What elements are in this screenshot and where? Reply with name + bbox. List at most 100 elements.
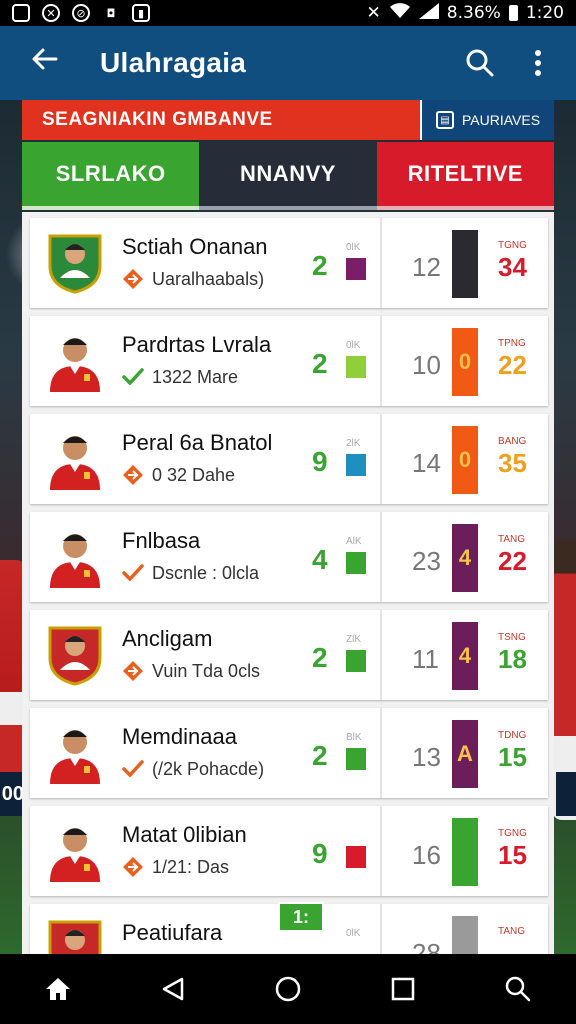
stat-bar-text: 0 <box>458 349 472 374</box>
avatar <box>46 624 104 686</box>
player-row[interactable]: Peral 6a Bnatol 0 32 Dahe 9 2lK 14 0 BAN… <box>30 414 548 504</box>
player-stats: 10 0 TPNG 22 <box>382 316 548 406</box>
left-tiny-label: 0lK <box>346 928 361 939</box>
stat-bar: 0 <box>452 328 478 396</box>
tab-3[interactable]: RITELTIVE <box>376 142 554 210</box>
stat-number: 23 <box>412 546 441 576</box>
recents-square-icon[interactable] <box>373 959 433 1019</box>
diamond-badge-icon <box>122 268 144 290</box>
stat-number: 11 <box>412 644 439 674</box>
section-right-label-text: PAURIAVES <box>462 112 541 128</box>
no-entry-icon: ⊘ <box>72 4 90 22</box>
player-stats: 23 4 TANG 22 <box>382 512 548 602</box>
left-score: 9 <box>312 446 328 477</box>
stat-number: 28 <box>412 938 441 954</box>
back-triangle-icon[interactable] <box>143 959 203 1019</box>
player-row[interactable]: Peatiufara 0lK 28 TANG 1: <box>30 902 548 954</box>
stat-bar-text: A <box>457 741 473 766</box>
search-icon[interactable] <box>460 43 500 83</box>
player-info: Peral 6a Bnatol 0 32 Dahe 9 2lK <box>30 414 382 504</box>
app-bar: Ulahragaia <box>0 26 576 100</box>
tab-2[interactable]: NNANVY <box>199 142 377 210</box>
player-name: Memdinaaa <box>122 724 237 749</box>
right-score: 18 <box>498 644 527 674</box>
left-tiny-label: BlK <box>346 732 362 743</box>
left-score: 2 <box>312 348 328 379</box>
player-stats: 14 0 BANG 35 <box>382 414 548 504</box>
section-title: SEAGNIAKIN GMBANVE <box>22 100 420 140</box>
player-subtitle-text: (/2k Pohacde) <box>152 758 265 779</box>
diamond-badge-icon <box>122 856 144 878</box>
stat-bar <box>452 916 478 954</box>
player-row[interactable]: Pardrtas Lvrala 1322 Mare 2 0lK 10 0 TPN… <box>30 316 548 406</box>
arrow-left-icon[interactable] <box>30 44 70 82</box>
player-name: Pardrtas Lvrala <box>122 332 272 357</box>
tab-bar: SLRLAKO NNANVY RITELTIVE <box>22 142 554 210</box>
player-subtitle-text: Uaralhaabals) <box>152 268 265 289</box>
stat-bar: 4 <box>452 622 478 690</box>
background-ad-board-left: 00 <box>0 772 24 816</box>
player-stats: 12 TGNG 34 <box>382 218 548 308</box>
stat-bar <box>452 818 478 886</box>
stat-bar-text: 0 <box>458 447 472 472</box>
player-subtitle: (/2k Pohacde) <box>122 758 264 780</box>
player-subtitle-text: 1322 Mare <box>152 366 239 387</box>
player-subtitle-text: 0 32 Dahe <box>152 464 236 485</box>
color-indicator <box>346 356 366 378</box>
section-right-label[interactable]: ▤ PAURIAVES <box>420 100 554 140</box>
stat-number: 12 <box>412 252 441 282</box>
player-info: Pardrtas Lvrala 1322 Mare 2 0lK <box>30 316 382 406</box>
left-score: 2 <box>312 740 328 771</box>
player-name: Peral 6a Bnatol <box>122 430 273 455</box>
color-indicator <box>346 258 366 280</box>
player-info: Matat 0libian 1/21: Das 9 <box>30 806 382 896</box>
background-ad-board-right <box>556 772 576 816</box>
mute-icon: ✕ <box>366 3 381 23</box>
status-bar: ✕ ⊘ ◘ ▮ ✕ 8.36% 1:20 <box>0 0 576 26</box>
stat-number: 13 <box>412 742 441 772</box>
stat-bar: A <box>452 720 478 788</box>
player-row[interactable]: Memdinaaa (/2k Pohacde) 2 BlK 13 A TDNG … <box>30 708 548 798</box>
stat-number: 14 <box>412 448 441 478</box>
navigation-bar <box>0 954 576 1024</box>
player-name: Matat 0libian <box>122 822 247 847</box>
color-indicator <box>346 454 366 476</box>
stat-bar: 4 <box>452 524 478 592</box>
home-circle-icon[interactable] <box>258 959 318 1019</box>
stat-number: 16 <box>412 840 441 870</box>
left-score: 2 <box>312 250 328 281</box>
stat-bar-text: 4 <box>458 545 472 570</box>
battery-icon <box>508 5 518 21</box>
avatar <box>46 918 104 954</box>
right-score: 15 <box>498 840 527 870</box>
player-stats: 28 TANG <box>382 904 548 954</box>
clock: 1:20 <box>525 3 564 23</box>
player-subtitle-text: Vuin Tda 0cls <box>152 660 261 681</box>
sim-icon: ▮ <box>132 4 150 22</box>
avatar <box>46 428 104 490</box>
right-tiny-label: TGNG <box>498 240 527 251</box>
battery-level: 8.36% <box>446 3 501 23</box>
stat-bar-text: 4 <box>458 643 472 668</box>
player-stats: 16 TGNG 15 <box>382 806 548 896</box>
tab-1[interactable]: SLRLAKO <box>22 142 200 210</box>
player-subtitle: 1/21: Das <box>122 856 229 878</box>
player-info: Memdinaaa (/2k Pohacde) 2 BlK <box>30 708 382 798</box>
player-row[interactable]: Sctiah Onanan Uaralhaabals) 2 0lK 12 TGN… <box>30 218 548 308</box>
left-score: 9 <box>312 838 328 869</box>
check-icon <box>122 562 144 584</box>
player-row[interactable]: Fnlbasa Dscnle : 0lcla 4 AlK 23 4 TANG 2… <box>30 512 548 602</box>
player-row[interactable]: Matat 0libian 1/21: Das 9 16 TGNG 15 <box>30 806 548 896</box>
more-vertical-icon[interactable] <box>518 43 558 83</box>
color-indicator <box>346 552 366 574</box>
x-circle-icon: ✕ <box>42 4 60 22</box>
home-icon[interactable] <box>28 959 88 1019</box>
right-score: 34 <box>498 252 527 282</box>
camera-icon: ◘ <box>106 6 116 20</box>
search-icon[interactable] <box>488 959 548 1019</box>
right-tiny-label: TGNG <box>498 828 527 839</box>
player-subtitle: Uaralhaabals) <box>122 268 264 290</box>
right-tiny-label: TANG <box>498 926 526 937</box>
player-row[interactable]: Ancligam Vuin Tda 0cls 2 ZlK 11 4 TSNG 1… <box>30 610 548 700</box>
player-subtitle: Vuin Tda 0cls <box>122 660 260 682</box>
